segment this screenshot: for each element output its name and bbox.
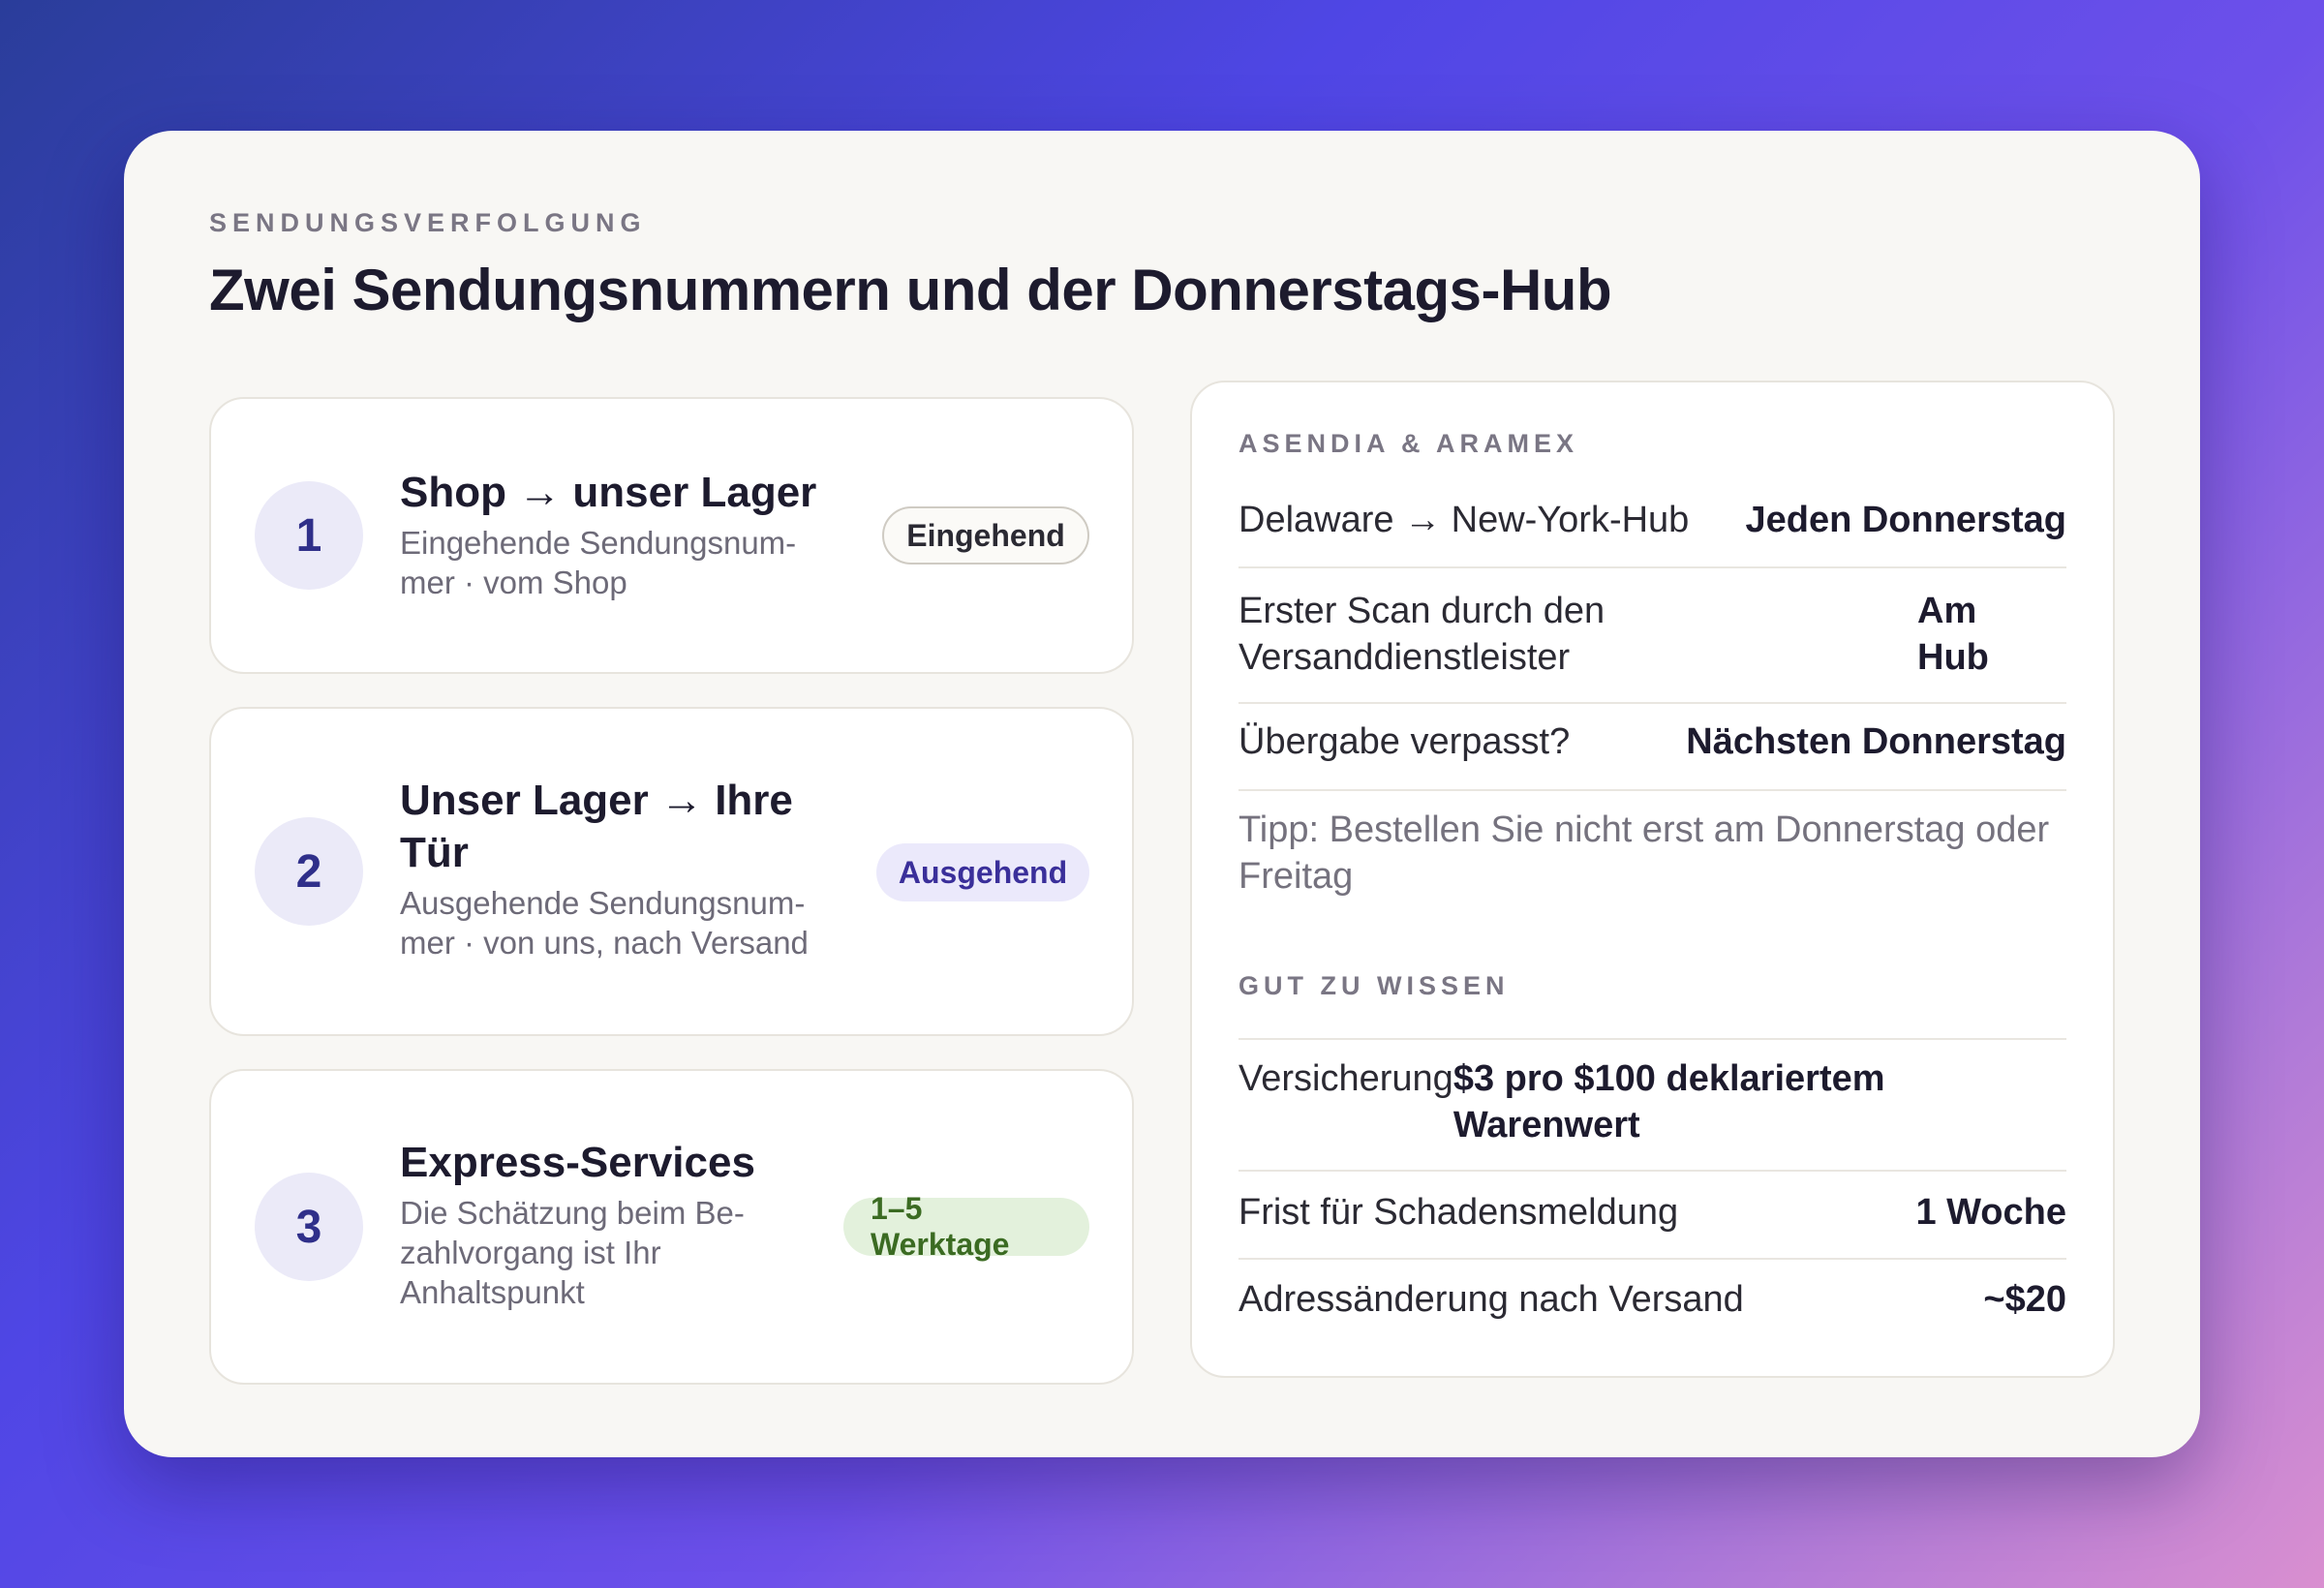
- divider: [1238, 1258, 2066, 1260]
- step-title: Express-Services: [400, 1139, 755, 1186]
- divider: [1238, 702, 2066, 704]
- status-badge-inbound: Eingehend: [882, 506, 1089, 565]
- row-value: Am Hub: [1917, 591, 1989, 678]
- step-number: 1: [255, 481, 363, 590]
- step-title: Shop → unser Lager: [400, 469, 817, 516]
- shipping-card: SENDUNGSVERFOLGUNG Zwei Sendungsnummern …: [124, 131, 2200, 1457]
- section-eyebrow: SENDUNGSVERFOLGUNG: [209, 208, 647, 237]
- info-row-missed: Übergabe verpasst? Nächsten Donnerstag: [1238, 718, 2066, 765]
- carriers-label: ASENDIA & ARAMEX: [1238, 429, 1579, 458]
- page-title: Zwei Sendungsnummern und der Donnerstags…: [209, 258, 1612, 322]
- row-label: Frist für Schadensmeldung: [1238, 1192, 1679, 1233]
- step-description: Eingehende Sendungsnum-mer · vom Shop: [400, 525, 797, 600]
- step-description: Ausgehende Sendungsnum-mer · von uns, na…: [400, 885, 809, 961]
- row-value: 1 Woche: [1915, 1192, 2066, 1233]
- status-badge-outbound: Ausgehend: [876, 843, 1089, 901]
- info-row-first-scan: Erster Scan durch den Versanddienstleist…: [1238, 588, 2066, 681]
- info-row-insurance: Versicherung $3 pro $100 deklariertem Wa…: [1238, 1055, 2066, 1148]
- row-label: Delaware → New-York-Hub: [1238, 500, 1690, 540]
- divider: [1238, 1038, 2066, 1040]
- status-badge-express: 1–5 Werktage: [843, 1191, 1089, 1262]
- row-value: ~$20: [1983, 1279, 2066, 1320]
- row-value: $3 pro $100 deklariertem Warenwert: [1452, 1058, 1885, 1145]
- divider: [1238, 789, 2066, 791]
- row-label: Übergabe verpasst?: [1238, 721, 1571, 762]
- row-value: Nächsten Donnerstag: [1686, 721, 2066, 762]
- info-row-hub: Delaware → New-York-Hub Jeden Donnerstag: [1238, 497, 2066, 543]
- step-card-inbound: 1 Shop → unser Lager Eingehende Sendungs…: [209, 397, 1134, 674]
- carrier-info-panel: ASENDIA & ARAMEX Delaware → New-York-Hub…: [1190, 381, 2115, 1378]
- tip-text: Tipp: Bestellen Sie nicht erst am Donner…: [1238, 809, 2050, 897]
- step-description: Die Schätzung beim Be-zahlvorgang ist Ih…: [400, 1195, 745, 1310]
- step-card-express: 3 Express-Services Die Schätzung beim Be…: [209, 1069, 1134, 1385]
- row-label: Adressänderung nach Versand: [1238, 1279, 1744, 1320]
- info-row-damage-deadline: Frist für Schadensmeldung 1 Woche: [1238, 1189, 2066, 1236]
- step-card-outbound: 2 Unser Lager → Ihre Tür Ausgehende Send…: [209, 707, 1134, 1036]
- row-label: Versicherung: [1238, 1058, 1453, 1099]
- row-label: Erster Scan durch den Versanddienstleist…: [1238, 591, 1605, 678]
- good-to-know-label: GUT ZU WISSEN: [1238, 971, 1510, 1000]
- step-number: 3: [255, 1173, 363, 1281]
- divider: [1238, 1170, 2066, 1172]
- step-title: Unser Lager → Ihre Tür: [400, 777, 793, 876]
- divider: [1238, 566, 2066, 568]
- info-row-address-change: Adressänderung nach Versand ~$20: [1238, 1276, 2066, 1323]
- step-number: 2: [255, 817, 363, 926]
- row-value: Jeden Donnerstag: [1745, 500, 2066, 540]
